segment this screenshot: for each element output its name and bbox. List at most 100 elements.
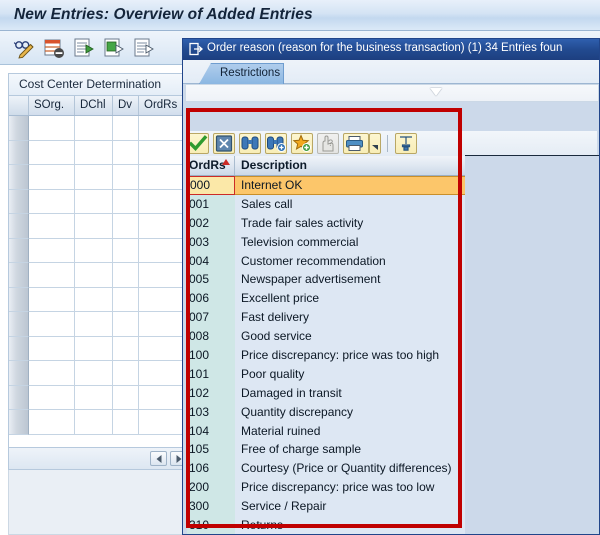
list-item[interactable]: 200Price discrepancy: price was too low <box>187 478 465 497</box>
cell-sorg[interactable] <box>29 410 75 435</box>
list-item-code[interactable]: 100 <box>187 346 235 365</box>
cell-sorg[interactable] <box>29 239 75 264</box>
list-item-description[interactable]: Damaged in transit <box>235 384 465 403</box>
list-item-code[interactable]: 002 <box>187 214 235 233</box>
list-item-description[interactable]: Customer recommendation <box>235 252 465 271</box>
list-item-description[interactable]: Poor quality <box>235 365 465 384</box>
cell-dchl[interactable] <box>75 239 113 264</box>
list-item-code[interactable]: 000 <box>187 176 235 195</box>
list-item-description[interactable]: Fast delivery <box>235 308 465 327</box>
collapse-triangle-icon[interactable] <box>430 88 442 96</box>
list-item[interactable]: 002Trade fair sales activity <box>187 214 465 233</box>
cell-ordrs[interactable] <box>139 410 185 435</box>
list-item-code[interactable]: 300 <box>187 497 235 516</box>
cell-dv[interactable] <box>113 214 139 239</box>
row-select-cell[interactable] <box>9 214 29 239</box>
list-item[interactable]: 300Service / Repair <box>187 497 465 516</box>
list-item[interactable]: 104Material ruined <box>187 422 465 441</box>
cell-ordrs[interactable] <box>139 141 185 166</box>
cell-dv[interactable] <box>113 239 139 264</box>
list-item-description[interactable]: Good service <box>235 327 465 346</box>
cell-dv[interactable] <box>113 190 139 215</box>
cell-dchl[interactable] <box>75 263 113 288</box>
list-item-description[interactable]: Newspaper advertisement <box>235 270 465 289</box>
cell-dchl[interactable] <box>75 190 113 215</box>
list-item-code[interactable]: 101 <box>187 365 235 384</box>
list-item-code[interactable]: 310 <box>187 516 235 535</box>
row-select-cell[interactable] <box>9 312 29 337</box>
list-item[interactable]: 101Poor quality <box>187 365 465 384</box>
list-item-code[interactable]: 001 <box>187 195 235 214</box>
list-item-code[interactable]: 008 <box>187 327 235 346</box>
find-next-binoculars-icon[interactable] <box>265 133 287 154</box>
row-select-cell[interactable] <box>9 190 29 215</box>
list-item-description[interactable]: Material ruined <box>235 422 465 441</box>
find-binoculars-icon[interactable] <box>239 133 261 154</box>
cell-dchl[interactable] <box>75 116 113 141</box>
cell-sorg[interactable] <box>29 361 75 386</box>
list-item-description[interactable]: Returns <box>235 516 465 535</box>
cell-dv[interactable] <box>113 386 139 411</box>
cell-sorg[interactable] <box>29 214 75 239</box>
list-item-description[interactable]: Free of charge sample <box>235 440 465 459</box>
cell-sorg[interactable] <box>29 116 75 141</box>
order-reason-list[interactable]: OrdRs Description 000Internet OK001Sales… <box>187 156 465 535</box>
row-select-cell[interactable] <box>9 116 29 141</box>
list-item-description[interactable]: Courtesy (Price or Quantity differences) <box>235 459 465 478</box>
list-item[interactable]: 008Good service <box>187 327 465 346</box>
cell-dchl[interactable] <box>75 214 113 239</box>
list-item-code[interactable]: 102 <box>187 384 235 403</box>
cell-dchl[interactable] <box>75 410 113 435</box>
list-item-description[interactable]: Price discrepancy: price was too high <box>235 346 465 365</box>
list-item-code[interactable]: 003 <box>187 233 235 252</box>
sort-filter-icon[interactable] <box>395 133 417 154</box>
cell-ordrs[interactable] <box>139 288 185 313</box>
cell-sorg[interactable] <box>29 141 75 166</box>
list-item-code[interactable]: 004 <box>187 252 235 271</box>
tab-restrictions[interactable]: Restrictions <box>199 63 284 84</box>
cell-dv[interactable] <box>113 337 139 362</box>
list-item-description[interactable]: Trade fair sales activity <box>235 214 465 233</box>
list-item-description[interactable]: Television commercial <box>235 233 465 252</box>
cell-ordrs[interactable] <box>139 239 185 264</box>
cancel-cross-icon[interactable] <box>213 133 235 154</box>
cell-ordrs[interactable] <box>139 190 185 215</box>
list-item[interactable]: 310Returns <box>187 516 465 535</box>
list-item-code[interactable]: 105 <box>187 440 235 459</box>
list-item-code[interactable]: 104 <box>187 422 235 441</box>
cell-dv[interactable] <box>113 263 139 288</box>
cell-dchl[interactable] <box>75 141 113 166</box>
cell-dchl[interactable] <box>75 386 113 411</box>
list-item[interactable]: 000Internet OK <box>187 176 465 195</box>
cell-dchl[interactable] <box>75 337 113 362</box>
list-item-description[interactable]: Internet OK <box>235 176 465 195</box>
column-header-sorg[interactable]: SOrg. <box>29 96 75 115</box>
select-all-icon[interactable] <box>132 36 156 60</box>
cell-dv[interactable] <box>113 116 139 141</box>
cell-ordrs[interactable] <box>139 312 185 337</box>
cell-ordrs[interactable] <box>139 361 185 386</box>
cell-dv[interactable] <box>113 141 139 166</box>
delete-row-icon[interactable] <box>42 36 66 60</box>
cell-ordrs[interactable] <box>139 165 185 190</box>
cell-ordrs[interactable] <box>139 337 185 362</box>
copy-row-icon[interactable] <box>72 36 96 60</box>
list-item-code[interactable]: 005 <box>187 270 235 289</box>
list-item-description[interactable]: Price discrepancy: price was too low <box>235 478 465 497</box>
cell-sorg[interactable] <box>29 337 75 362</box>
list-item[interactable]: 001Sales call <box>187 195 465 214</box>
cell-ordrs[interactable] <box>139 386 185 411</box>
column-header-ordrs[interactable]: OrdRs <box>139 96 185 115</box>
display-change-icon[interactable] <box>12 36 36 60</box>
cell-dchl[interactable] <box>75 312 113 337</box>
list-item-code[interactable]: 006 <box>187 289 235 308</box>
list-item[interactable]: 003Television commercial <box>187 233 465 252</box>
list-item[interactable]: 102Damaged in transit <box>187 384 465 403</box>
list-item[interactable]: 100Price discrepancy: price was too high <box>187 346 465 365</box>
cell-dchl[interactable] <box>75 361 113 386</box>
cell-dchl[interactable] <box>75 165 113 190</box>
row-select-cell[interactable] <box>9 288 29 313</box>
column-header-select[interactable] <box>9 96 29 115</box>
list-item[interactable]: 004Customer recommendation <box>187 252 465 271</box>
paste-row-icon[interactable] <box>102 36 126 60</box>
